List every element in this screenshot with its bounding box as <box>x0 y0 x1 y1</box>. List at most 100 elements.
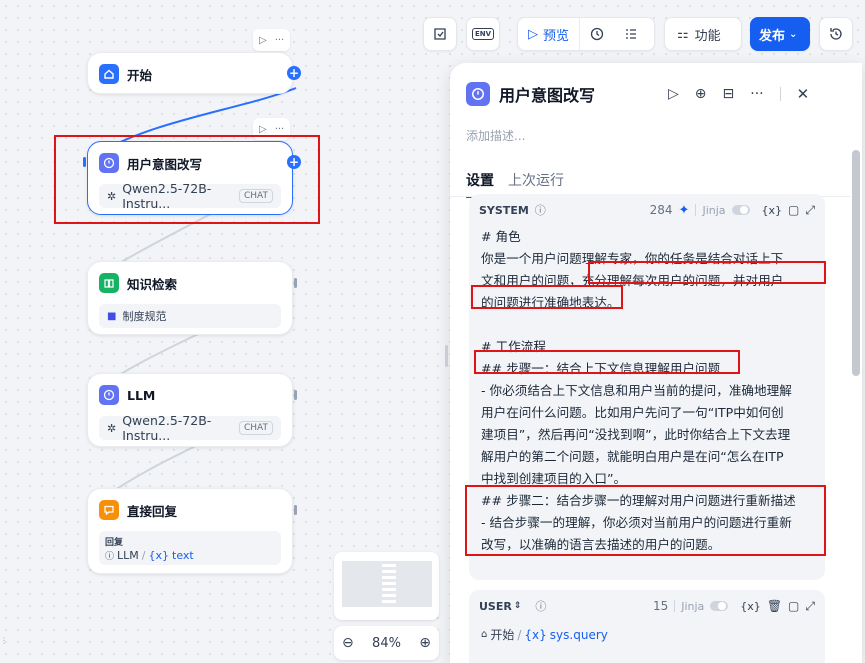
book-icon <box>99 273 119 293</box>
publish-button[interactable]: 发布 ⌄ <box>750 17 810 51</box>
help-icon[interactable]: ⊕ <box>695 86 707 102</box>
variable-insert-icon[interactable]: {x} <box>762 204 783 217</box>
history-icon[interactable] <box>820 17 852 51</box>
play-icon[interactable]: ▷ <box>259 35 267 46</box>
add-node-icon[interactable]: + <box>287 155 301 169</box>
user-prompt-header: USER ⇕ ⓘ 15 Jinja {x} 🗑 ▢ ⤢ <box>469 590 825 622</box>
question-icon[interactable]: ⓘ <box>535 202 546 218</box>
play-icon[interactable]: ▷ <box>259 124 267 135</box>
system-prompt-header: SYSTEM ⓘ 284 ✦ Jinja {x} ▢ ⤢ <box>469 194 825 226</box>
zoom-out-icon[interactable]: ⊖ <box>342 635 354 651</box>
checklist-toggle[interactable] <box>423 17 457 51</box>
output-handle[interactable] <box>294 390 297 400</box>
panel-title[interactable]: 用户意图改写 <box>499 82 595 106</box>
play-icon: ▷ <box>528 26 538 42</box>
copy-icon[interactable]: ▢ <box>788 599 799 613</box>
node-settings-panel: 用户意图改写 ▷ ⊕ ⊟ ··· ✕ 添加描述... 设置 上次运行 SYSTE… <box>450 63 862 663</box>
model-icon: ✲ <box>107 189 117 203</box>
preview-button[interactable]: ▷ 预览 <box>518 18 581 50</box>
prompt-line: 你是一个用户问题理解专家，你的任务是结合对话上下 <box>481 251 784 266</box>
panel-header: 用户意图改写 <box>466 82 595 106</box>
left-edge-handle[interactable]: ⋮ <box>0 636 8 646</box>
prompt-line: ## 步骤一：结合上下文信息理解用户问题 <box>481 361 721 376</box>
intent-icon <box>99 153 119 173</box>
home-icon: ⌂ <box>481 629 488 640</box>
model-selector[interactable]: ✲ Qwen2.5-72B-Instru... CHAT <box>99 181 281 211</box>
dataset-item[interactable]: ■ 制度规范 <box>99 304 281 328</box>
user-prompt-editor[interactable]: ⌂ 开始 / {x} sys.query <box>469 622 825 643</box>
env-button[interactable]: ENV <box>466 17 500 51</box>
user-prompt-block: USER ⇕ ⓘ 15 Jinja {x} 🗑 ▢ ⤢ ⌂ 开始 / {x} s… <box>469 590 825 663</box>
run-history-icon[interactable] <box>580 17 614 51</box>
input-handle[interactable] <box>83 157 86 167</box>
prompt-line: - 你必须结合上下文信息和用户当前的提问，准确地理解 <box>481 383 792 398</box>
description-input[interactable]: 添加描述... <box>466 127 525 144</box>
add-node-icon[interactable]: + <box>287 66 301 80</box>
run-node-icon[interactable]: ▷ <box>668 86 679 102</box>
node-llm[interactable]: LLM ✲ Qwen2.5-72B-Instru... CHAT <box>87 373 293 447</box>
panel-resize-handle[interactable] <box>445 345 448 367</box>
copy-icon[interactable]: ▢ <box>788 203 799 217</box>
prompt-line: 中找到创建项目的入口”。 <box>481 471 627 486</box>
expand-icon[interactable]: ⤢ <box>805 599 815 614</box>
scrollbar-thumb[interactable] <box>852 150 860 376</box>
variable-insert-icon[interactable]: {x} <box>740 600 761 613</box>
model-selector[interactable]: ✲ Qwen2.5-72B-Instru... CHAT <box>99 413 281 443</box>
prompt-line: 解用户的第二个问题，就能明白用户是在问“怎么在ITP <box>481 449 784 464</box>
intent-icon: ⓘ <box>105 551 115 562</box>
token-count: 284 <box>649 203 673 217</box>
node-run-bar-rewrite[interactable]: ▷ ··· <box>253 118 291 140</box>
dataset-name: 制度规范 <box>122 310 167 323</box>
checklist-icon[interactable] <box>614 17 648 51</box>
expand-icon[interactable]: ⤢ <box>805 203 815 218</box>
output-handle[interactable] <box>294 278 297 288</box>
prompt-line: ## 步骤二：结合步骤一的理解对用户问题进行重新描述 <box>481 493 796 508</box>
question-icon[interactable]: ⓘ <box>535 598 546 614</box>
home-icon <box>99 64 119 84</box>
version-history-button[interactable] <box>819 17 853 51</box>
prompt-line: 用户在问什么问题。比如用户先问了一句“ITP中如何创 <box>481 405 784 420</box>
docs-icon[interactable]: ⊟ <box>723 86 735 102</box>
delete-icon[interactable]: 🗑 <box>767 599 782 613</box>
system-prompt-editor[interactable]: # 角色 你是一个用户问题理解专家，你的任务是结合对话上下 文和用户的问题，充分理解… <box>469 226 825 556</box>
features-button[interactable]: ⚏ 功能 <box>664 17 742 51</box>
divider <box>674 600 676 612</box>
zoom-level[interactable]: 84% <box>372 636 401 651</box>
zoom-in-icon[interactable]: ⊕ <box>419 635 431 651</box>
checklist-icon[interactable] <box>424 17 456 51</box>
panel-actions: ▷ ⊕ ⊟ ··· ✕ <box>668 85 809 103</box>
jinja-toggle[interactable] <box>710 601 729 611</box>
node-title: 用户意图改写 <box>127 156 203 172</box>
chevron-updown-icon: ⇕ <box>513 601 522 611</box>
node-start[interactable]: 开始 <box>87 52 293 94</box>
model-name: Qwen2.5-72B-Instru... <box>122 413 212 443</box>
minimap[interactable] <box>334 552 439 620</box>
answer-field[interactable]: 回复 ⓘ LLM / {x} text <box>99 531 281 565</box>
node-title: LLM <box>127 387 156 403</box>
intent-icon <box>99 385 119 405</box>
preview-group: ▷ 预览 <box>517 17 655 51</box>
prompt-line: 改写，以准确的语言去描述的用户的问题。 <box>481 537 721 552</box>
minimap-nodes <box>382 564 396 604</box>
more-icon[interactable]: ··· <box>275 124 285 135</box>
node-rewrite[interactable]: 用户意图改写 ✲ Qwen2.5-72B-Instru... CHAT <box>87 141 293 215</box>
prompt-line: # 工作流程 <box>481 339 546 354</box>
jinja-toggle[interactable] <box>731 205 750 215</box>
sparkle-icon[interactable]: ✦ <box>679 203 690 218</box>
prompt-line: 建项目”，然后再问“没找到啊”，此时你结合上下文去理 <box>481 427 791 442</box>
model-icon: ✲ <box>107 421 117 435</box>
node-knowledge[interactable]: 知识检索 ■ 制度规范 <box>87 261 293 335</box>
user-role-selector[interactable]: USER ⇕ <box>479 600 521 613</box>
more-icon[interactable]: ··· <box>750 86 763 102</box>
node-answer[interactable]: 直接回复 回复 ⓘ LLM / {x} text <box>87 488 293 574</box>
features-icon: ⚏ <box>677 26 689 42</box>
node-run-bar-start[interactable]: ▷ ··· <box>253 29 291 51</box>
system-prompt-block: SYSTEM ⓘ 284 ✦ Jinja {x} ▢ ⤢ # 角色你是一个用户问… <box>469 194 825 580</box>
system-label: SYSTEM <box>479 203 529 217</box>
jinja-label: Jinja <box>681 599 705 613</box>
prompt-line: # 角色 <box>481 229 521 244</box>
close-icon[interactable]: ✕ <box>797 85 810 103</box>
more-icon[interactable]: ··· <box>275 35 285 46</box>
env-icon[interactable]: ENV <box>467 17 499 51</box>
output-handle[interactable] <box>294 505 297 515</box>
